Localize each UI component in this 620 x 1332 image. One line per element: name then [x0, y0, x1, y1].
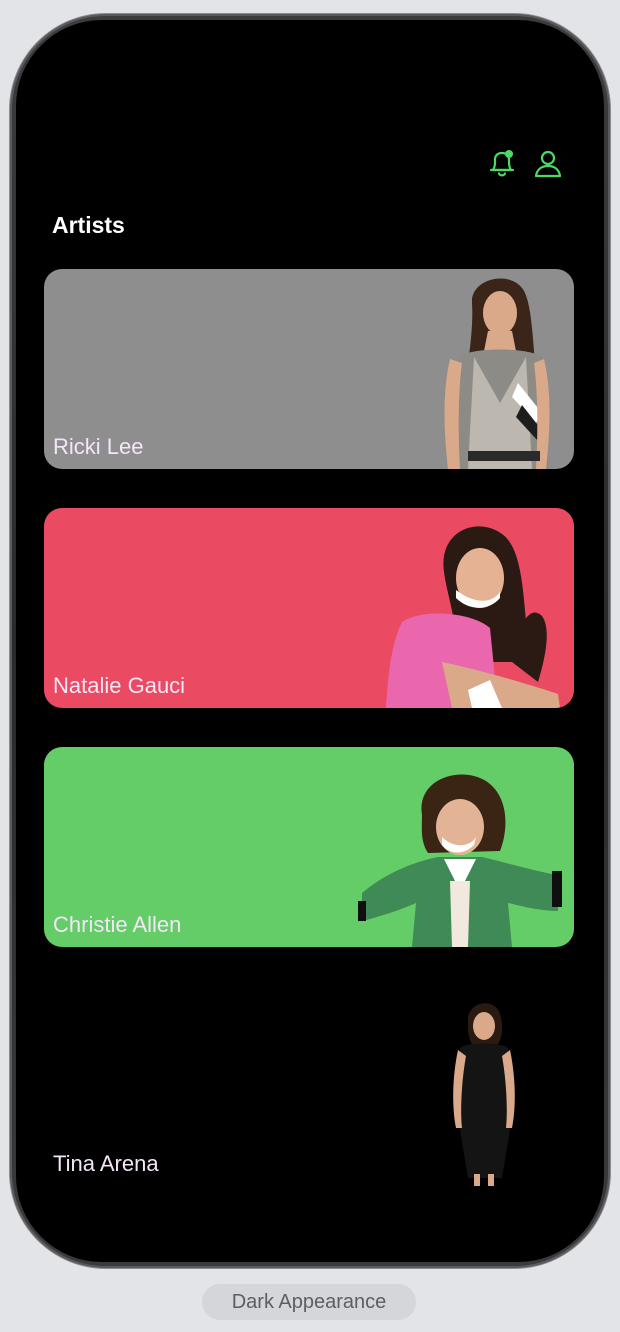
artist-card-natalie-gauci[interactable]: Natalie Gauci — [44, 508, 574, 708]
section-title: Artists — [52, 212, 125, 238]
artist-photo — [386, 526, 560, 708]
artist-name: Natalie Gauci — [53, 673, 186, 698]
artist-card-christie-allen[interactable]: Christie Allen — [44, 747, 574, 947]
artist-name: Tina Arena — [53, 1151, 159, 1176]
artist-card-tina-arena[interactable]: Tina Arena — [44, 986, 574, 1186]
appearance-caption: Dark Appearance — [202, 1284, 416, 1320]
page: Artists Ricki Lee Natalie Gauci Christie… — [0, 0, 620, 1332]
artist-photo — [444, 278, 550, 469]
notifications-bell-icon[interactable] — [486, 148, 518, 180]
artist-name: Christie Allen — [53, 912, 182, 937]
profile-person-icon[interactable] — [532, 148, 564, 180]
artist-photo — [358, 774, 562, 947]
top-bar-actions — [486, 148, 564, 180]
phone-screen: Artists Ricki Lee Natalie Gauci Christie… — [16, 20, 604, 1262]
artist-name: Ricki Lee — [53, 434, 144, 459]
artist-photo — [453, 1003, 515, 1186]
artist-card-ricki-lee[interactable]: Ricki Lee — [44, 269, 574, 469]
